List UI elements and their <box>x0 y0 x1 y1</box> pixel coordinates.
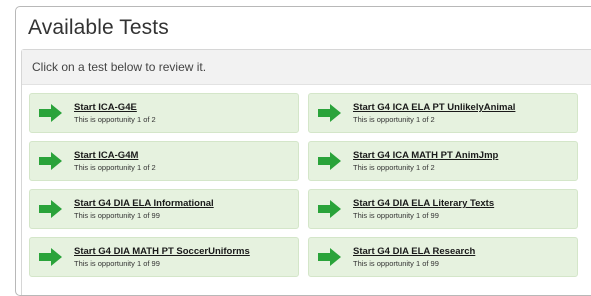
test-start-link[interactable]: Start G4 DIA ELA Literary Texts <box>353 198 494 209</box>
test-tile[interactable]: Start ICA-G4E This is opportunity 1 of 2 <box>29 93 299 133</box>
opportunity-text: This is opportunity 1 of 2 <box>74 163 156 172</box>
opportunity-text: This is opportunity 1 of 99 <box>74 211 160 220</box>
test-start-link[interactable]: Start G4 ICA MATH PT AnimJmp <box>353 150 498 161</box>
test-tile[interactable]: Start G4 DIA ELA Research This is opport… <box>308 237 578 277</box>
test-tile[interactable]: Start ICA-G4M This is opportunity 1 of 2 <box>29 141 299 181</box>
instructions-text: Click on a test below to review it. <box>32 60 207 74</box>
opportunity-text: This is opportunity 1 of 99 <box>353 211 439 220</box>
right-arrow-icon <box>318 104 341 122</box>
test-start-link[interactable]: Start G4 DIA MATH PT SoccerUniforms <box>74 246 250 257</box>
test-start-link[interactable]: Start G4 DIA ELA Informational <box>74 198 214 209</box>
test-start-link[interactable]: Start G4 DIA ELA Research <box>353 246 475 257</box>
right-arrow-icon <box>318 200 341 218</box>
panel-body: Click on a test below to review it. Star… <box>21 49 591 295</box>
right-arrow-icon <box>39 200 62 218</box>
test-tile[interactable]: Start G4 DIA MATH PT SoccerUniforms This… <box>29 237 299 277</box>
available-tests-panel: Available Tests Click on a test below to… <box>15 6 591 296</box>
test-start-link[interactable]: Start G4 ICA ELA PT UnlikelyAnimal <box>353 102 515 113</box>
right-arrow-icon <box>39 104 62 122</box>
instructions-bar: Click on a test below to review it. <box>22 50 591 85</box>
opportunity-text: This is opportunity 1 of 99 <box>74 259 160 268</box>
test-tile[interactable]: Start G4 ICA MATH PT AnimJmp This is opp… <box>308 141 578 181</box>
opportunity-text: This is opportunity 1 of 2 <box>353 115 435 124</box>
right-arrow-icon <box>39 248 62 266</box>
opportunity-text: This is opportunity 1 of 99 <box>353 259 439 268</box>
right-arrow-icon <box>318 248 341 266</box>
opportunity-text: This is opportunity 1 of 2 <box>353 163 435 172</box>
test-tile[interactable]: Start G4 DIA ELA Literary Texts This is … <box>308 189 578 229</box>
test-start-link[interactable]: Start ICA-G4M <box>74 150 138 161</box>
panel-title: Available Tests <box>28 16 169 39</box>
test-tile[interactable]: Start G4 ICA ELA PT UnlikelyAnimal This … <box>308 93 578 133</box>
right-arrow-icon <box>39 152 62 170</box>
right-arrow-icon <box>318 152 341 170</box>
opportunity-text: This is opportunity 1 of 2 <box>74 115 156 124</box>
test-tile[interactable]: Start G4 DIA ELA Informational This is o… <box>29 189 299 229</box>
test-start-link[interactable]: Start ICA-G4E <box>74 102 137 113</box>
